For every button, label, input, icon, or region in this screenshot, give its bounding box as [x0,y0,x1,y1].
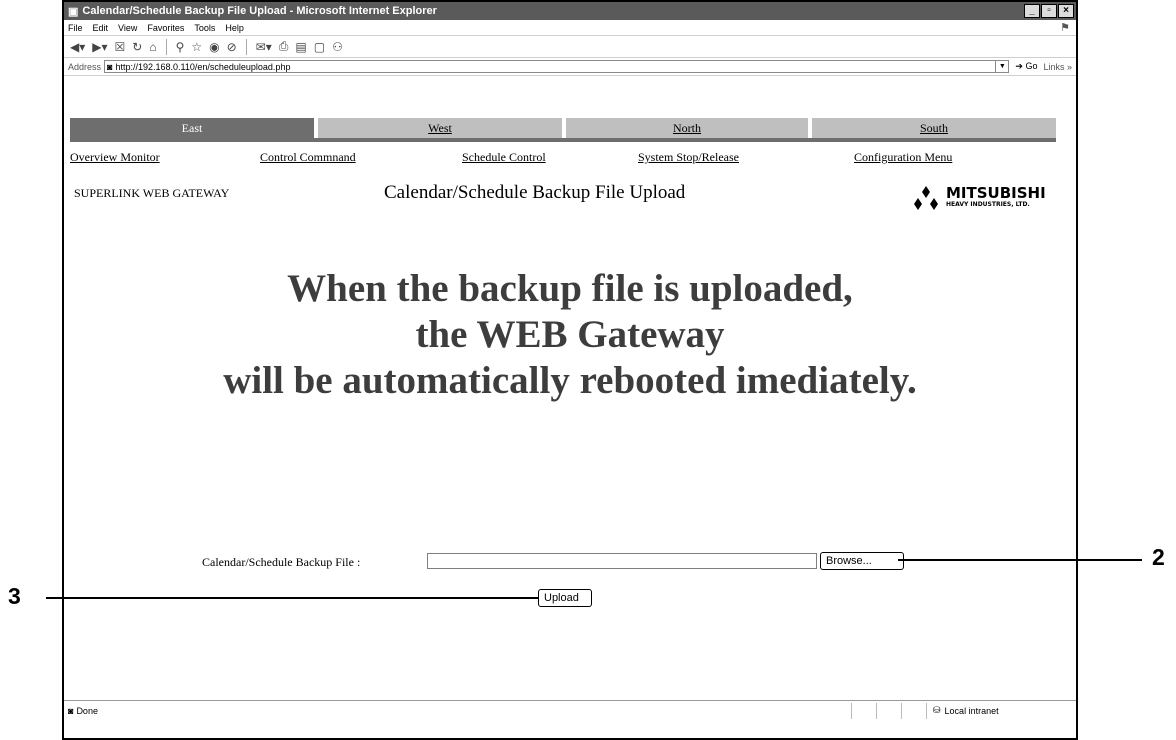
title-bar: ▣ Calendar/Schedule Backup File Upload -… [64,2,1076,20]
upload-callout-line [46,597,538,599]
three-diamonds-icon [914,186,938,210]
browse-callout-number: 2 [1152,544,1165,570]
backup-file-label: Calendar/Schedule Backup File : [202,555,361,569]
windows-flag-icon: ⚑ [1060,22,1070,34]
schedule-control-link[interactable]: Schedule Control [462,150,546,165]
page-content: East West North South Overview Monitor C… [64,118,1076,720]
system-stop-release-link[interactable]: System Stop/Release [638,150,739,165]
overview-monitor-link[interactable]: Overview Monitor [70,150,160,165]
reboot-warning: When the backup file is uploaded, the WE… [64,266,1076,404]
zone-label: Local intranet [944,705,999,716]
stop-icon[interactable]: ☒ [115,40,126,54]
menu-edit[interactable]: Edit [93,23,109,33]
window-title: Calendar/Schedule Backup File Upload - M… [82,5,437,17]
upload-button[interactable]: Upload [538,589,592,607]
page-title: Calendar/Schedule Backup File Upload [384,182,686,203]
history-icon[interactable]: ⊘ [227,40,237,54]
edit-icon[interactable]: ▤ [295,40,306,54]
discuss-icon[interactable]: ▢ [314,40,325,54]
mail-icon[interactable]: ✉▾ [256,40,272,54]
toolbar: ◀▾ ▶▾ ☒ ↻ ⌂ ⚲ ☆ ◉ ⊘ ✉▾ ⎙ ▤ ▢ ⚇ [64,36,1076,58]
menu-view[interactable]: View [118,23,137,33]
favorites-icon[interactable]: ☆ [191,40,202,54]
upload-form-row: Calendar/Schedule Backup File : Browse..… [64,552,1076,572]
address-label: Address [68,61,102,72]
ie-icon: ▣ [68,5,79,18]
menu-favorites[interactable]: Favorites [147,23,184,33]
go-arrow-icon: ➔ [1015,61,1023,71]
browse-button[interactable]: Browse... [820,552,904,570]
warning-line: When the backup file is uploaded, [287,267,853,310]
tab-south[interactable]: South [812,118,1056,138]
maximize-button[interactable]: ▫ [1041,4,1057,18]
menu-help[interactable]: Help [225,23,244,33]
mitsubishi-logo: MITSUBISHI HEAVY INDUSTRIES, LTD. [912,184,1072,212]
backup-file-input[interactable] [427,553,817,569]
back-icon[interactable]: ◀▾ [70,40,85,54]
address-url: http://192.168.0.110/en/scheduleupload.p… [115,61,291,72]
status-cell [876,702,901,719]
go-label: Go [1025,61,1038,71]
configuration-menu-link[interactable]: Configuration Menu [854,150,952,165]
toolbar-separator [165,38,167,55]
tab-north[interactable]: North [566,118,808,138]
security-zone: ⛁ Local intranet [926,702,1076,719]
window-controls: _ ▫ × [1024,4,1074,18]
menu-file[interactable]: File [68,23,83,33]
menu-tools[interactable]: Tools [194,23,215,33]
page-icon: ◙ [107,61,113,72]
page-done-icon: ◙ [68,705,74,716]
close-button[interactable]: × [1058,4,1074,18]
messenger-icon[interactable]: ⚇ [332,40,343,54]
go-button[interactable]: ➔ Go [1015,61,1037,72]
status-cell [901,702,926,719]
gateway-label: SUPERLINK WEB GATEWAY [74,186,230,200]
browser-window: ▣ Calendar/Schedule Backup File Upload -… [62,0,1078,740]
status-cell [851,702,876,719]
intranet-icon: ⛁ [933,705,941,715]
area-tabs: East West North South [70,118,1056,142]
tab-east[interactable]: East [70,118,314,138]
tab-underline [70,138,1056,142]
menu-bar: File Edit View Favorites Tools Help ⚑ [64,20,1076,36]
print-icon[interactable]: ⎙ [279,39,289,54]
tab-west[interactable]: West [318,118,562,138]
address-bar: Address ◙ http://192.168.0.110/en/schedu… [64,58,1076,76]
refresh-icon[interactable]: ↻ [132,40,142,54]
warning-line: will be automatically rebooted imediatel… [223,359,917,402]
links-button[interactable]: Links » [1043,62,1072,72]
minimize-button[interactable]: _ [1024,4,1040,18]
warning-line: the WEB Gateway [415,313,725,356]
address-dropdown-icon[interactable]: ▼ [995,61,1008,72]
logo-subtitle: HEAVY INDUSTRIES, LTD. [946,201,1030,208]
media-icon[interactable]: ◉ [209,40,219,54]
search-icon[interactable]: ⚲ [176,40,185,54]
status-bar: ◙ Done ⛁ Local intranet [64,700,1076,720]
forward-icon[interactable]: ▶▾ [92,40,107,54]
toolbar-separator [245,38,247,55]
logo-name: MITSUBISHI [946,184,1046,202]
links-label: Links [1043,61,1065,72]
control-command-link[interactable]: Control Commnand [260,150,356,165]
upload-callout-number: 3 [8,583,21,609]
status-text: Done [76,705,98,716]
address-input[interactable]: ◙ http://192.168.0.110/en/scheduleupload… [104,60,1010,73]
home-icon[interactable]: ⌂ [149,40,156,54]
browse-callout-line [898,559,1142,561]
